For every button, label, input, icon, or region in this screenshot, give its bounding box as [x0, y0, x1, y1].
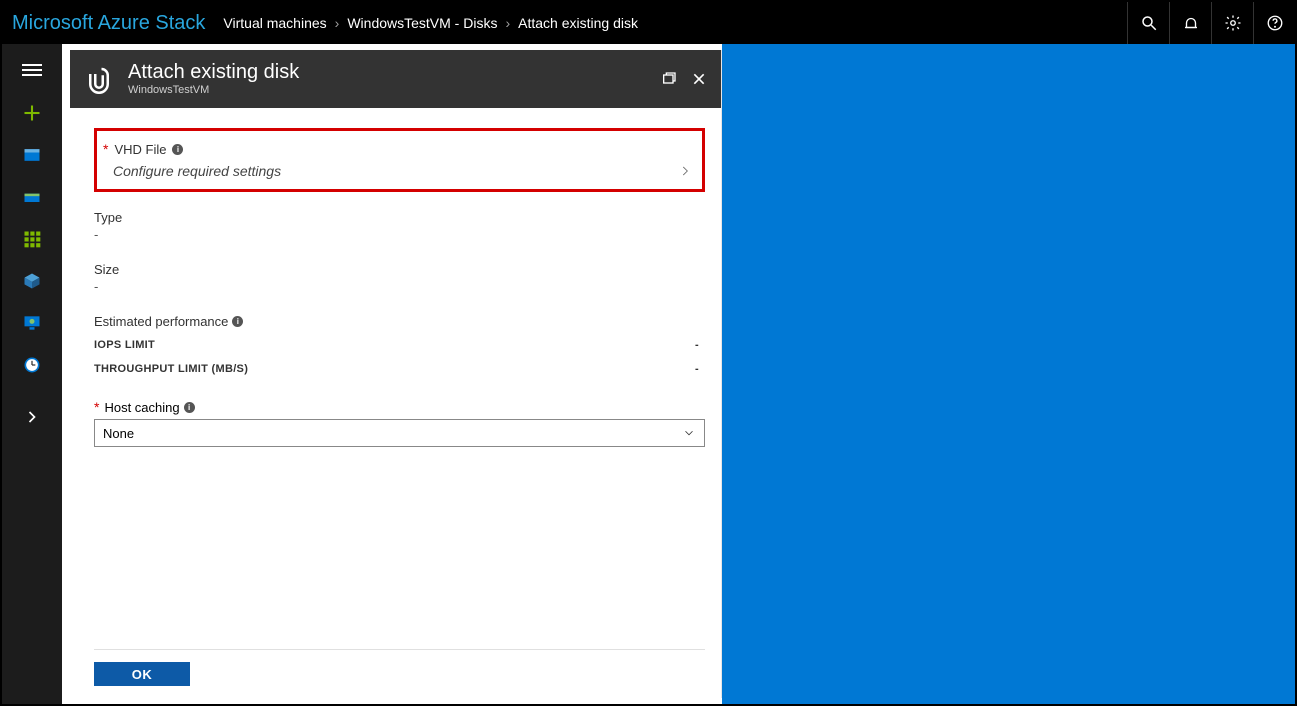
- required-marker: *: [103, 141, 108, 157]
- host-caching-label: Host caching: [104, 400, 179, 415]
- portal-background: [722, 44, 1295, 704]
- attach-icon: [84, 64, 114, 94]
- close-icon[interactable]: [691, 71, 707, 87]
- info-icon[interactable]: i: [172, 144, 183, 155]
- new-button[interactable]: [2, 92, 62, 134]
- blade-subtitle: WindowsTestVM: [128, 84, 299, 97]
- size-label: Size: [94, 262, 119, 277]
- chevron-right-icon: ›: [503, 15, 512, 31]
- chevron-right-icon: [678, 164, 692, 178]
- clock-icon: [22, 355, 42, 375]
- host-caching-select[interactable]: None: [94, 419, 705, 447]
- topbar-actions: [1127, 2, 1295, 44]
- ok-button[interactable]: OK: [94, 662, 190, 686]
- info-icon[interactable]: i: [184, 402, 195, 413]
- breadcrumbs: Virtual machines › WindowsTestVM - Disks…: [223, 15, 638, 31]
- plus-icon: [22, 103, 42, 123]
- chevron-down-icon: [682, 426, 696, 440]
- hamburger-icon: [22, 61, 42, 81]
- vhd-file-picker[interactable]: * VHD File i Configure required settings: [94, 128, 705, 192]
- type-value: -: [94, 225, 705, 242]
- sidebar: [2, 44, 62, 704]
- restore-icon[interactable]: [661, 71, 677, 87]
- grid-icon: [22, 229, 42, 249]
- sidebar-item-monitor[interactable]: [2, 302, 62, 344]
- chevron-right-icon: ›: [333, 15, 342, 31]
- dashboard-button[interactable]: [2, 134, 62, 176]
- settings-icon[interactable]: [1211, 2, 1253, 44]
- performance-heading: Estimated performance: [94, 314, 228, 329]
- dashboard-icon: [22, 145, 42, 165]
- folder-icon: [22, 187, 42, 207]
- sidebar-item-recent[interactable]: [2, 344, 62, 386]
- resource-groups-button[interactable]: [2, 176, 62, 218]
- throughput-value: -: [695, 363, 699, 375]
- menu-button[interactable]: [2, 50, 62, 92]
- cube-icon: [22, 271, 42, 291]
- chevron-right-icon: [22, 407, 42, 427]
- blade-header: Attach existing disk WindowsTestVM: [70, 50, 721, 108]
- product-name[interactable]: Microsoft Azure Stack: [12, 12, 205, 35]
- breadcrumb-item[interactable]: Attach existing disk: [518, 15, 638, 31]
- breadcrumb-item[interactable]: WindowsTestVM - Disks: [347, 15, 497, 31]
- host-caching-value: None: [103, 426, 134, 441]
- sidebar-expand[interactable]: [2, 396, 62, 438]
- vhd-file-label: VHD File: [114, 142, 166, 157]
- monitor-icon: [22, 313, 42, 333]
- sidebar-item-cube[interactable]: [2, 260, 62, 302]
- required-marker: *: [94, 399, 99, 415]
- blade-title: Attach existing disk: [128, 61, 299, 84]
- all-resources-button[interactable]: [2, 218, 62, 260]
- iops-value: -: [695, 339, 699, 351]
- type-label: Type: [94, 210, 122, 225]
- attach-disk-blade: Attach existing disk WindowsTestVM * VHD…: [70, 50, 722, 698]
- size-value: -: [94, 277, 705, 294]
- topbar: Microsoft Azure Stack Virtual machines ›…: [2, 2, 1295, 44]
- breadcrumb-item[interactable]: Virtual machines: [223, 15, 326, 31]
- throughput-label: THROUGHPUT LIMIT (MB/S): [94, 363, 248, 375]
- info-icon[interactable]: i: [232, 316, 243, 327]
- vhd-placeholder: Configure required settings: [113, 163, 281, 179]
- notifications-icon[interactable]: [1169, 2, 1211, 44]
- help-icon[interactable]: [1253, 2, 1295, 44]
- iops-label: IOPS LIMIT: [94, 339, 155, 351]
- search-icon[interactable]: [1127, 2, 1169, 44]
